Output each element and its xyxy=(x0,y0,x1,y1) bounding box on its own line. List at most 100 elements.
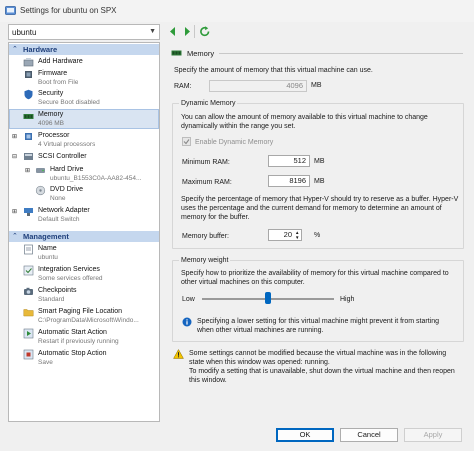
ram-input[interactable]: 4096 xyxy=(209,80,307,92)
shield-icon xyxy=(24,89,33,100)
slider-high-label: High xyxy=(340,296,355,303)
ram-label: RAM: xyxy=(174,83,192,90)
chevron-down-icon: ▼ xyxy=(149,28,156,35)
refresh-icon[interactable] xyxy=(198,25,212,38)
sidebar-item-firmware[interactable]: Firmware Boot from File xyxy=(9,68,159,88)
sidebar-item-automatic-start-action[interactable]: Automatic Start Action Restart if previo… xyxy=(9,327,159,347)
minimum-ram-unit: MB xyxy=(314,158,325,165)
sidebar-item-sublabel: Some services offered xyxy=(38,275,103,282)
hardware-section-header[interactable]: ⌃ Hardware xyxy=(9,44,159,55)
checkpoint-camera-icon xyxy=(24,287,33,295)
memory-weight-title: Memory weight xyxy=(179,256,231,265)
expand-plus-icon[interactable]: ⊞ xyxy=(25,167,30,174)
memory-settings-panel: Memory Specify the amount of memory that… xyxy=(165,42,469,422)
sidebar-item-label: Hard Drive xyxy=(50,166,84,173)
memory-module-icon xyxy=(23,114,34,119)
memory-weight-slider-thumb[interactable] xyxy=(265,292,271,304)
sidebar-item-sublabel: Boot from File xyxy=(38,79,79,86)
collapse-minus-icon[interactable]: ⊟ xyxy=(12,153,17,160)
start-action-icon xyxy=(23,328,34,339)
dvd-drive-icon xyxy=(35,185,46,196)
network-adapter-icon xyxy=(24,208,33,216)
dynamic-memory-title: Dynamic Memory xyxy=(179,99,238,108)
sidebar-item-dvd-drive[interactable]: DVD Drive None xyxy=(9,184,159,204)
dynamic-memory-description: You can allow the amount of memory avail… xyxy=(181,114,428,130)
sidebar-item-sublabel: Default Switch xyxy=(38,216,80,223)
sidebar-item-scsi-controller[interactable]: ⊟ SCSI Controller xyxy=(9,151,159,163)
add-hardware-icon xyxy=(23,58,34,67)
forward-arrow-icon[interactable] xyxy=(180,25,194,38)
expand-plus-icon[interactable]: ⊞ xyxy=(12,133,17,140)
memory-buffer-spinner[interactable]: ▲ ▼ xyxy=(295,230,301,240)
sidebar-item-sublabel: None xyxy=(50,195,66,202)
memory-weight-info-text: Specifying a lower setting for this virt… xyxy=(197,318,439,334)
sidebar-item-label: Firmware xyxy=(38,70,68,77)
expand-plus-icon[interactable]: ⊞ xyxy=(12,208,17,215)
sidebar-item-integration-services[interactable]: Integration Services Some services offer… xyxy=(9,264,159,284)
sidebar-item-add-hardware[interactable]: Add Hardware xyxy=(9,56,159,68)
running-state-warning-text: Some settings cannot be modified because… xyxy=(189,350,455,384)
sidebar-item-sublabel: 4 Virtual processors xyxy=(38,141,96,148)
management-section-header[interactable]: ⌃ Management xyxy=(9,231,159,242)
header-divider xyxy=(219,53,463,54)
sidebar-item-name[interactable]: Name ubuntu xyxy=(9,243,159,263)
sidebar-item-security[interactable]: Security Secure Boot disabled xyxy=(9,88,159,108)
sidebar-item-label: Automatic Start Action xyxy=(38,329,107,336)
scsi-controller-icon xyxy=(24,153,33,160)
sidebar-item-sublabel: 4096 MB xyxy=(38,120,65,127)
sidebar-item-label: Network Adapter xyxy=(38,207,90,214)
enable-dynamic-memory-checkbox[interactable] xyxy=(182,137,191,146)
folder-icon xyxy=(23,309,34,317)
sidebar-item-label: Processor xyxy=(38,132,70,139)
sidebar-item-label: Automatic Stop Action xyxy=(38,350,107,357)
collapse-chevron-icon: ⌃ xyxy=(12,46,18,53)
hard-drive-icon xyxy=(36,168,45,173)
vm-selector-dropdown[interactable]: ubuntu ▼ xyxy=(8,24,160,40)
settings-window-icon xyxy=(5,6,16,15)
apply-button[interactable]: Apply xyxy=(404,428,462,442)
settings-navigation-pane: ⌃ Hardware Add Hardware Firmware Boot fr… xyxy=(8,42,160,422)
sidebar-item-sublabel: Restart if previously running xyxy=(38,338,119,345)
back-arrow-icon[interactable] xyxy=(166,25,180,38)
vm-selector-value: ubuntu xyxy=(12,28,37,37)
warning-icon xyxy=(173,349,184,359)
firmware-chip-icon xyxy=(25,71,32,78)
maximum-ram-label: Maximum RAM: xyxy=(182,179,232,186)
stop-action-icon xyxy=(23,349,34,360)
sidebar-item-label: DVD Drive xyxy=(50,186,84,193)
sidebar-item-sublabel: ubuntu_B1553C0A-AA82-454... xyxy=(50,175,142,182)
sidebar-item-label: Checkpoints xyxy=(38,287,77,294)
memory-buffer-description: Specify the percentage of memory that Hy… xyxy=(181,196,459,221)
sidebar-item-sublabel: ubuntu xyxy=(38,254,58,261)
ok-button[interactable]: OK xyxy=(276,428,334,442)
sidebar-item-label: Name xyxy=(38,245,57,252)
spin-down-icon[interactable]: ▼ xyxy=(295,235,299,240)
hardware-section-label: Hardware xyxy=(23,45,58,54)
maximum-ram-unit: MB xyxy=(314,178,325,185)
sidebar-item-automatic-stop-action[interactable]: Automatic Stop Action Save xyxy=(9,348,159,368)
sidebar-item-checkpoints[interactable]: Checkpoints Standard xyxy=(9,285,159,305)
sidebar-item-label: SCSI Controller xyxy=(38,153,87,160)
sidebar-item-smart-paging[interactable]: Smart Paging File Location C:\ProgramDat… xyxy=(9,306,159,326)
sidebar-item-label: Security xyxy=(38,90,64,97)
name-tag-icon xyxy=(24,244,33,255)
toolbar-divider xyxy=(194,25,195,38)
checkmark-icon xyxy=(183,139,190,145)
minimum-ram-input[interactable]: 512 xyxy=(268,155,310,167)
sidebar-item-label: Smart Paging File Location xyxy=(38,308,123,315)
sidebar-item-sublabel: Secure Boot disabled xyxy=(38,99,100,106)
sidebar-item-memory[interactable]: Memory 4096 MB xyxy=(9,109,159,129)
memory-buffer-label: Memory buffer: xyxy=(182,233,229,240)
integration-services-icon xyxy=(23,265,34,276)
info-icon xyxy=(182,317,192,327)
sidebar-item-network-adapter[interactable]: ⊞ Network Adapter Default Switch xyxy=(9,205,159,225)
sidebar-item-label: Memory xyxy=(38,111,64,118)
cancel-button[interactable]: Cancel xyxy=(340,428,398,442)
sidebar-item-label: Add Hardware xyxy=(38,58,83,65)
maximum-ram-input[interactable]: 8196 xyxy=(268,175,310,187)
memory-weight-description: Specify how to prioritize the availabili… xyxy=(181,270,449,286)
enable-dynamic-memory-label: Enable Dynamic Memory xyxy=(195,139,274,146)
minimum-ram-label: Minimum RAM: xyxy=(182,159,230,166)
sidebar-item-processor[interactable]: ⊞ Processor 4 Virtual processors xyxy=(9,130,159,150)
sidebar-item-hard-drive[interactable]: ⊞ Hard Drive ubuntu_B1553C0A-AA82-454... xyxy=(9,164,159,184)
